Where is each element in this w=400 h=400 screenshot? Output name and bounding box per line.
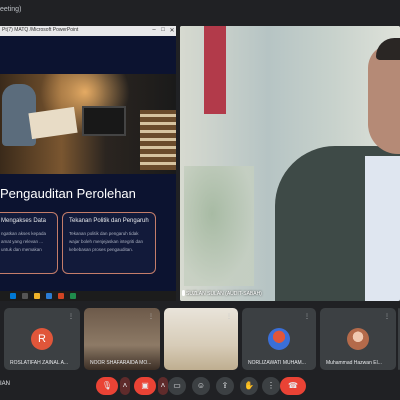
card-body: ngatkan akses kepada amat yang relevan .… (1, 231, 47, 252)
slide-papers (28, 106, 78, 140)
slide-card-political-pressure: Tekanan Politik dan Pengaruh Tekanan pol… (62, 212, 156, 274)
participant-tile[interactable]: ⋮ NOOR SHAFARAIDA MO... (84, 308, 160, 370)
presentation-tile[interactable]: Pt(7) MATQ /Microsoft PowerPoint – □ ✕ P… (0, 26, 176, 301)
present-icon: ⇪ (221, 381, 229, 390)
mic-off-button[interactable]: 🎙 (96, 377, 118, 395)
more-options-button[interactable]: ⋮ (262, 377, 280, 395)
raise-hand-icon: ✋ (244, 381, 254, 390)
search-icon[interactable] (22, 293, 28, 299)
powerpoint-icon[interactable] (58, 293, 64, 299)
chrome-icon[interactable] (70, 293, 76, 299)
more-icon[interactable]: ⋮ (148, 313, 154, 320)
chevron-up-icon: ˄ (122, 381, 128, 390)
speaker-shirt (365, 156, 400, 301)
chevron-up-icon: ˄ (160, 381, 166, 390)
mic-options-button[interactable]: ˄ (120, 377, 130, 395)
powerpoint-window-title: Pt(7) MATQ /Microsoft PowerPoint (2, 27, 79, 33)
more-icon[interactable]: ⋮ (304, 313, 310, 320)
speaker-head (368, 44, 400, 154)
participant-name: ROSLATIFAH ZAINAL A... (10, 360, 69, 366)
meeting-title: eeting) (0, 6, 22, 13)
slide-shelf (140, 110, 176, 170)
emoji-icon: ☺ (196, 381, 206, 390)
emoji-button[interactable]: ☺ (192, 377, 210, 395)
slide: Pengauditan Perolehan Mengakses Data nga… (0, 36, 176, 291)
participant-tile[interactable]: ⋮ Muhammad Hazwan El... (320, 308, 396, 370)
camera-options-button[interactable]: ˄ (158, 377, 168, 395)
close-icon: ✕ (169, 28, 175, 34)
end-call-button[interactable]: ☎ (280, 377, 306, 395)
start-icon[interactable] (10, 293, 16, 299)
avatar (268, 328, 290, 350)
slide-laptop (82, 106, 126, 136)
captions-button[interactable]: ▭ (168, 377, 186, 395)
more-icon: ⋮ (267, 381, 275, 390)
more-icon[interactable]: ⋮ (384, 313, 390, 320)
end-call-icon: ☎ (288, 381, 298, 390)
speaker-name: SUZLAN SULAN (AUDIT-SABAH) (186, 291, 262, 297)
slide-card-data-access: Mengakses Data ngatkan akses kepada amat… (0, 212, 58, 274)
participant-tile[interactable]: ⋮ (164, 308, 238, 370)
mic-off-icon: 🎙 (101, 381, 113, 390)
card-title: Mengakses Data (1, 218, 47, 224)
participant-name: NOOR SHAFARAIDA MO... (90, 360, 152, 366)
camera-off-button[interactable]: ▣ (134, 377, 156, 395)
more-icon[interactable]: ⋮ (226, 313, 232, 320)
background-door (204, 26, 226, 114)
participant-name: NORLIZAWATI MUHAM... (248, 360, 306, 366)
top-bar: eeting) (0, 0, 400, 26)
folder-icon[interactable] (34, 293, 40, 299)
taskbar (0, 291, 176, 301)
card-body: Tekanan politik dan pengaruh tidak wajar… (69, 231, 144, 252)
powerpoint-title-bar: Pt(7) MATQ /Microsoft PowerPoint – □ ✕ (0, 26, 176, 36)
present-button[interactable]: ⇪ (216, 377, 234, 395)
camera-off-icon: ▣ (141, 381, 149, 390)
bottom-control-bar: IAN 🎙 ˄ ▣ ˄ ▭ ☺ ⇪ ✋ ⋮ ☎ (0, 372, 400, 400)
more-icon[interactable]: ⋮ (68, 313, 74, 320)
participant-strip: ⋮ R ROSLATIFAH ZAINAL A... ⋮ NOOR SHAFAR… (0, 308, 400, 370)
mic-icon (182, 290, 185, 296)
slide-heading: Pengauditan Perolehan (0, 186, 136, 201)
participant-name: Muhammad Hazwan El... (326, 360, 382, 366)
minimize-icon: – (152, 27, 156, 33)
speaker-video-tile[interactable]: SUZLAN SULAN (AUDIT-SABAH) (180, 26, 400, 301)
avatar: R (31, 328, 53, 350)
participant-tile[interactable]: ⋮ NORLIZAWATI MUHAM... (242, 308, 316, 370)
self-name: IAN (0, 381, 11, 387)
captions-icon: ▭ (173, 381, 181, 390)
avatar (347, 328, 369, 350)
raise-hand-button[interactable]: ✋ (240, 377, 258, 395)
participant-tile[interactable]: ⋮ R ROSLATIFAH ZAINAL A... (4, 308, 80, 370)
background-plant (184, 166, 254, 286)
card-title: Tekanan Politik dan Pengaruh (69, 218, 149, 224)
edge-icon[interactable] (46, 293, 52, 299)
maximize-icon: □ (161, 27, 165, 33)
slide-photo (0, 74, 176, 174)
